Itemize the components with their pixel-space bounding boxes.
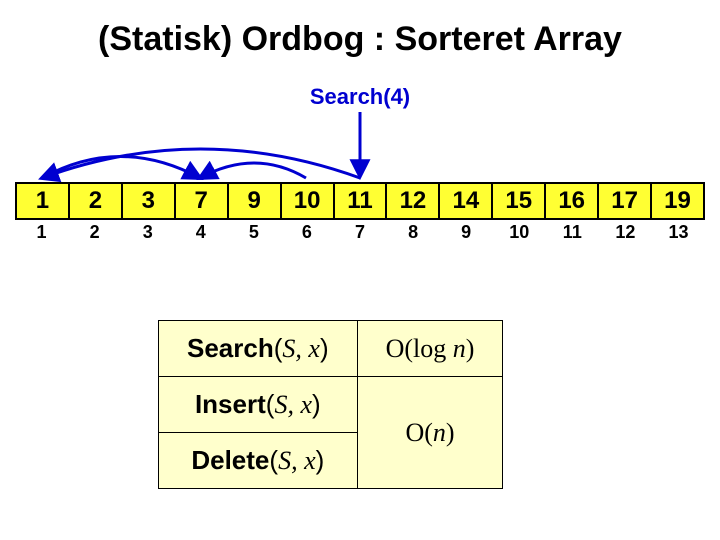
complexity-table: Search(S, x) O(log n) Insert(S, x) O(n) … [158, 320, 503, 489]
op-search: Search(S, x) [159, 321, 358, 377]
array-cell: 10 [282, 184, 335, 218]
index-cell: 7 [333, 220, 386, 243]
array-cell: 17 [599, 184, 652, 218]
array-cell: 1 [17, 184, 70, 218]
index-cell: 5 [227, 220, 280, 243]
index-cell: 13 [652, 220, 705, 243]
array-cell: 19 [652, 184, 703, 218]
array-cell: 15 [493, 184, 546, 218]
array-cell: 11 [335, 184, 388, 218]
index-cell: 12 [599, 220, 652, 243]
op-delete: Delete(S, x) [159, 433, 358, 489]
array-cell: 16 [546, 184, 599, 218]
index-cell: 11 [546, 220, 599, 243]
index-cell: 10 [493, 220, 546, 243]
array-values-row: 1 2 3 7 9 10 11 12 14 15 16 17 19 [15, 182, 705, 220]
array-cell: 3 [123, 184, 176, 218]
comp-linear: O(n) [357, 377, 503, 489]
array-indices-row: 1 2 3 4 5 6 7 8 9 10 11 12 13 [15, 220, 705, 243]
index-cell: 1 [15, 220, 68, 243]
table-row: Insert(S, x) O(n) [159, 377, 503, 433]
table-row: Search(S, x) O(log n) [159, 321, 503, 377]
index-cell: 3 [121, 220, 174, 243]
array-cell: 2 [70, 184, 123, 218]
array-cell: 12 [387, 184, 440, 218]
array-cell: 9 [229, 184, 282, 218]
index-cell: 2 [68, 220, 121, 243]
index-cell: 6 [280, 220, 333, 243]
index-cell: 8 [387, 220, 440, 243]
array-cell: 7 [176, 184, 229, 218]
comp-search: O(log n) [357, 321, 503, 377]
index-cell: 4 [174, 220, 227, 243]
op-insert: Insert(S, x) [159, 377, 358, 433]
search-call-label: Search(4) [0, 84, 720, 110]
index-cell: 9 [440, 220, 493, 243]
page-title: (Statisk) Ordbog : Sorteret Array [0, 20, 720, 59]
array-cell: 14 [440, 184, 493, 218]
sorted-array: 1 2 3 7 9 10 11 12 14 15 16 17 19 1 2 3 … [15, 182, 705, 243]
